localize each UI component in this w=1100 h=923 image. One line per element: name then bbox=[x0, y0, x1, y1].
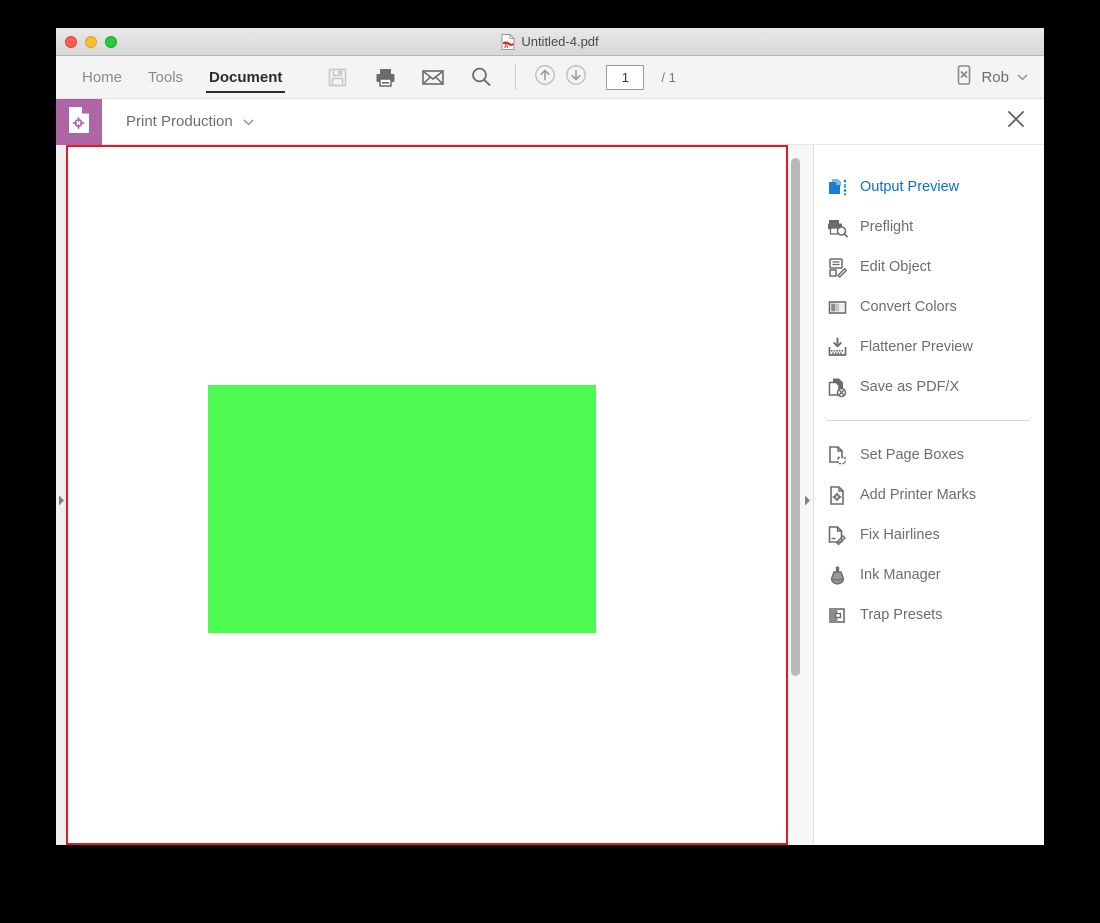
workspace: Output Preview Preflight Edit Object Con… bbox=[56, 145, 1044, 845]
panel-item-trap-presets[interactable]: Trap Presets bbox=[814, 595, 1044, 635]
panel-item-output-preview[interactable]: Output Preview bbox=[814, 167, 1044, 207]
vertical-scrollbar[interactable] bbox=[788, 145, 802, 845]
print-production-document-icon bbox=[66, 105, 92, 140]
right-panel-collapse-rail[interactable] bbox=[802, 145, 814, 845]
arrow-up-circle-icon[interactable] bbox=[534, 64, 556, 91]
panel-item-convert-colors[interactable]: Convert Colors bbox=[814, 287, 1044, 327]
zoom-window-button[interactable] bbox=[105, 35, 117, 48]
tab-home-label: Home bbox=[82, 68, 123, 86]
document-page-viewport[interactable] bbox=[66, 145, 788, 845]
window-title-text: Untitled-4.pdf bbox=[521, 34, 599, 49]
main-toolbar: Home Tools Document 1 / 1 Rob bbox=[56, 56, 1044, 99]
collapse-arrow-right-icon bbox=[804, 493, 811, 511]
print-icon[interactable] bbox=[373, 65, 397, 89]
minimize-window-button[interactable] bbox=[85, 35, 97, 48]
search-icon[interactable] bbox=[469, 65, 493, 89]
chevron-down-icon bbox=[1017, 68, 1028, 86]
fix-hairlines-icon bbox=[826, 524, 848, 546]
close-tool-button[interactable] bbox=[1000, 106, 1032, 138]
panel-item-edit-object-label: Edit Object bbox=[860, 259, 931, 275]
tool-title-label: Print Production bbox=[126, 113, 233, 130]
save-icon[interactable] bbox=[325, 65, 349, 89]
trap-presets-icon bbox=[826, 604, 848, 626]
panel-item-save-as-pdfx[interactable]: Save as PDF/X bbox=[814, 367, 1044, 407]
green-rectangle bbox=[208, 385, 596, 633]
left-panel-collapse-rail[interactable] bbox=[56, 145, 66, 845]
tool-title-dropdown[interactable]: Print Production bbox=[126, 99, 254, 144]
preflight-icon bbox=[826, 216, 848, 238]
application-window: A Untitled-4.pdf Home Tools Document 1 /… bbox=[56, 28, 1044, 845]
tab-document-label: Document bbox=[209, 68, 283, 86]
page-count-label: / 1 bbox=[661, 69, 676, 85]
convert-colors-icon bbox=[826, 296, 848, 318]
panel-item-preflight-label: Preflight bbox=[860, 219, 914, 235]
panel-item-trap-presets-label: Trap Presets bbox=[860, 607, 943, 623]
page-navigation: / 1 bbox=[534, 64, 676, 91]
chevron-down-icon bbox=[243, 113, 254, 131]
page-number-input[interactable] bbox=[606, 64, 645, 90]
ink-manager-icon bbox=[826, 564, 848, 586]
toolbar-action-icons bbox=[325, 65, 493, 89]
collapse-arrow-right-icon bbox=[58, 493, 65, 511]
tab-tools-label: Tools bbox=[148, 68, 184, 86]
tab-document[interactable]: Document bbox=[196, 56, 295, 98]
user-name-label: Rob bbox=[981, 68, 1009, 86]
panel-group-divider bbox=[826, 420, 1030, 421]
arrow-down-circle-icon[interactable] bbox=[565, 64, 587, 91]
save-as-pdfx-icon bbox=[826, 376, 848, 398]
edit-object-icon bbox=[826, 256, 848, 278]
set-page-boxes-icon bbox=[826, 444, 848, 466]
panel-item-set-page-boxes[interactable]: Set Page Boxes bbox=[814, 435, 1044, 475]
panel-item-set-page-boxes-label: Set Page Boxes bbox=[860, 447, 964, 463]
tab-tools[interactable]: Tools bbox=[135, 56, 196, 98]
close-window-button[interactable] bbox=[65, 35, 77, 48]
tool-header-bar: Print Production bbox=[56, 99, 1044, 145]
panel-item-edit-object[interactable]: Edit Object bbox=[814, 247, 1044, 287]
tab-home[interactable]: Home bbox=[69, 56, 135, 98]
panel-item-ink-manager[interactable]: Ink Manager bbox=[814, 555, 1044, 595]
panel-item-add-printer-marks-label: Add Printer Marks bbox=[860, 487, 977, 503]
print-production-tile[interactable] bbox=[56, 99, 102, 145]
panel-item-save-as-pdfx-label: Save as PDF/X bbox=[860, 379, 960, 395]
panel-item-fix-hairlines-label: Fix Hairlines bbox=[860, 527, 940, 543]
close-icon bbox=[1006, 109, 1026, 134]
window-title: A Untitled-4.pdf bbox=[56, 33, 1044, 50]
toolbar-divider bbox=[515, 64, 517, 90]
panel-item-preflight[interactable]: Preflight bbox=[814, 207, 1044, 247]
add-printer-marks-icon bbox=[826, 484, 848, 506]
mail-icon[interactable] bbox=[421, 65, 445, 89]
window-controls bbox=[65, 35, 117, 48]
panel-item-flattener-preview[interactable]: Flattener Preview bbox=[814, 327, 1044, 367]
panel-item-output-preview-label: Output Preview bbox=[860, 179, 960, 195]
svg-text:A: A bbox=[504, 44, 509, 50]
panel-item-ink-manager-label: Ink Manager bbox=[860, 567, 941, 583]
user-menu[interactable]: Rob bbox=[955, 64, 1028, 91]
panel-item-flattener-preview-label: Flattener Preview bbox=[860, 339, 973, 355]
flattener-preview-icon bbox=[826, 336, 848, 358]
print-production-panel: Output Preview Preflight Edit Object Con… bbox=[814, 145, 1044, 845]
panel-item-convert-colors-label: Convert Colors bbox=[860, 299, 957, 315]
panel-item-fix-hairlines[interactable]: Fix Hairlines bbox=[814, 515, 1044, 555]
panel-item-add-printer-marks[interactable]: Add Printer Marks bbox=[814, 475, 1044, 515]
output-preview-icon bbox=[826, 176, 848, 198]
window-titlebar: A Untitled-4.pdf bbox=[56, 28, 1044, 56]
scrollbar-thumb[interactable] bbox=[791, 158, 800, 676]
pdf-file-icon: A bbox=[501, 33, 515, 50]
main-tab-bar: Home Tools Document bbox=[69, 56, 295, 98]
mobile-device-x-icon bbox=[955, 64, 973, 91]
